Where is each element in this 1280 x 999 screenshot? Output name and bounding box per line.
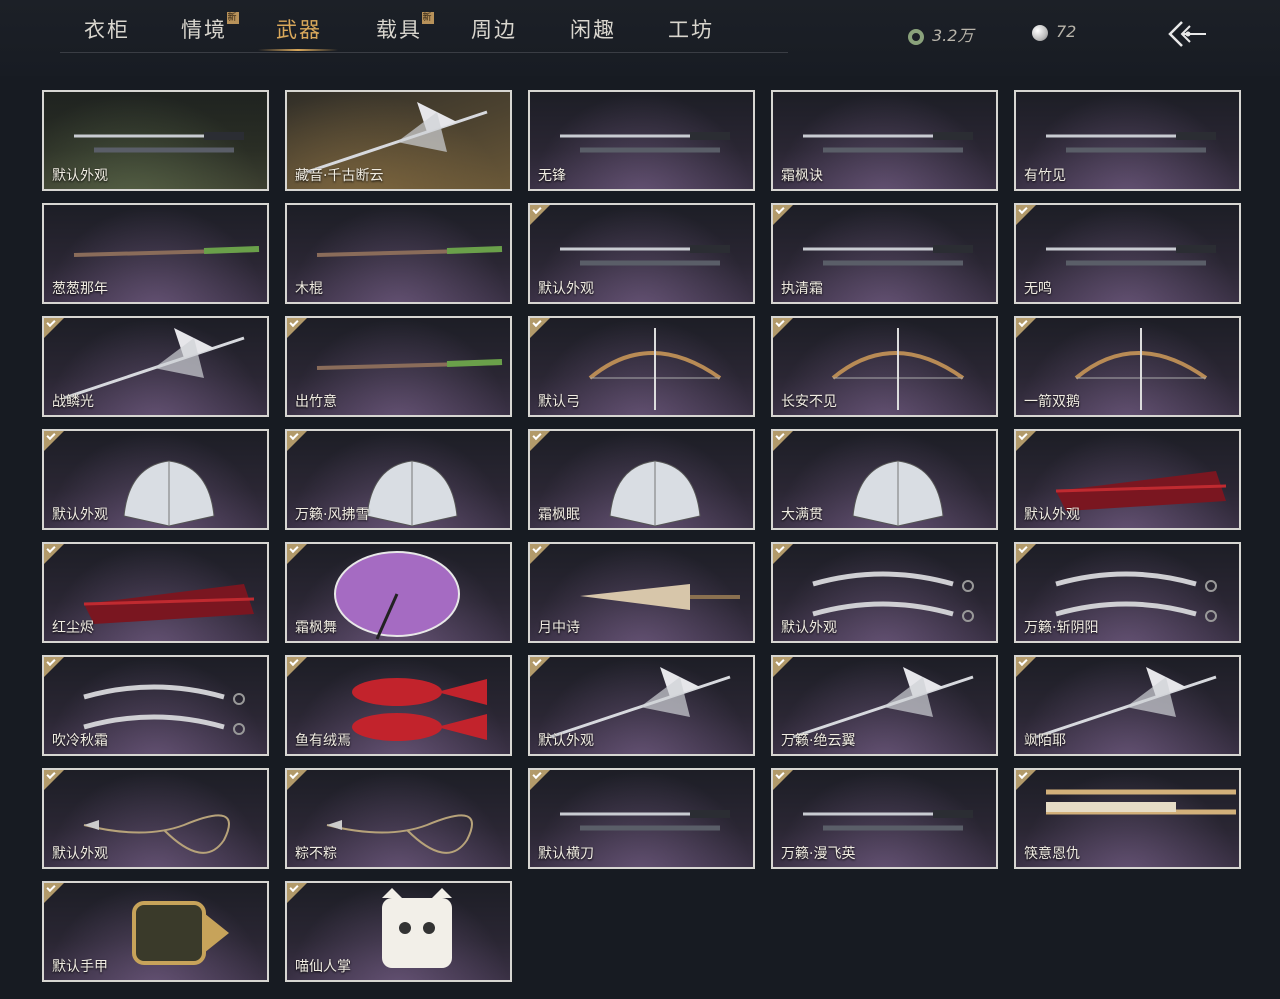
tab-vehicle[interactable]: 载具新 <box>376 12 434 44</box>
tab-peripheral[interactable]: 周边 <box>471 14 517 44</box>
weapon-name: 万籁·风拂雪 <box>295 507 370 523</box>
weapon-card[interactable]: 万籁·斩阴阳 <box>1014 542 1241 643</box>
back-arrow-icon <box>1168 21 1206 47</box>
weapon-name: 默认横刀 <box>538 846 594 862</box>
weapon-name: 出竹意 <box>295 394 337 410</box>
weapon-name: 默认外观 <box>538 733 594 749</box>
weapon-card[interactable]: 吹冷秋霜 <box>42 655 269 756</box>
tab-weapon[interactable]: 武器 <box>276 14 322 44</box>
weapon-name: 鱼有绒焉 <box>295 733 351 749</box>
weapon-name: 默认外观 <box>1024 507 1080 523</box>
weapon-name: 默认弓 <box>538 394 580 410</box>
weapon-name: 无锋 <box>538 168 566 184</box>
weapon-card[interactable]: 无锋 <box>528 90 755 191</box>
category-tabs: 衣柜 情境新 武器 载具新 周边 闲趣 工坊 <box>60 0 788 53</box>
weapon-card[interactable]: 默认外观 <box>42 768 269 869</box>
weapon-card[interactable]: 默认外观 <box>42 429 269 530</box>
weapon-card[interactable]: 长安不见 <box>771 316 998 417</box>
weapon-name: 默认手甲 <box>52 959 108 975</box>
weapon-card[interactable]: 筷意恩仇 <box>1014 768 1241 869</box>
weapon-card[interactable]: 默认外观 <box>1014 429 1241 530</box>
weapon-name: 无鸣 <box>1024 281 1052 297</box>
weapon-name: 默认外观 <box>52 168 108 184</box>
weapon-name: 大满贯 <box>781 507 823 523</box>
pearl-icon <box>1032 24 1048 41</box>
weapon-name: 飒陌耶 <box>1024 733 1066 749</box>
weapon-card[interactable]: 默认弓 <box>528 316 755 417</box>
weapon-card[interactable]: 无鸣 <box>1014 203 1241 304</box>
weapon-name: 默认外观 <box>52 846 108 862</box>
weapon-name: 藏音·千古断云 <box>295 168 384 184</box>
weapon-name: 筷意恩仇 <box>1024 846 1080 862</box>
weapon-name: 执清霜 <box>781 281 823 297</box>
weapon-card[interactable]: 飒陌耶 <box>1014 655 1241 756</box>
weapon-name: 长安不见 <box>781 394 837 410</box>
weapon-name: 霜枫眠 <box>538 507 580 523</box>
weapon-card[interactable]: 葱葱那年 <box>42 203 269 304</box>
weapon-card[interactable]: 大满贯 <box>771 429 998 530</box>
back-button[interactable] <box>1164 18 1208 50</box>
weapon-card[interactable]: 默认横刀 <box>528 768 755 869</box>
weapon-card[interactable]: 默认外观 <box>528 655 755 756</box>
weapon-card[interactable]: 一箭双鹅 <box>1014 316 1241 417</box>
weapon-name: 万籁·漫飞英 <box>781 846 856 862</box>
new-badge: 新 <box>227 12 239 24</box>
tab-wardrobe[interactable]: 衣柜 <box>84 14 130 44</box>
weapon-name: 默认外观 <box>538 281 594 297</box>
weapon-name: 月中诗 <box>538 620 580 636</box>
weapon-name: 默认外观 <box>52 507 108 523</box>
pearl-amount: 72 <box>1056 22 1077 41</box>
tab-leisure[interactable]: 闲趣 <box>570 14 616 44</box>
weapon-card[interactable]: 霜枫舞 <box>285 542 512 643</box>
weapon-name: 吹冷秋霜 <box>52 733 108 749</box>
weapon-name: 木棍 <box>295 281 323 297</box>
weapon-card[interactable]: 鱼有绒焉 <box>285 655 512 756</box>
weapon-name: 战鳞光 <box>52 394 94 410</box>
weapon-card[interactable]: 默认外观 <box>771 542 998 643</box>
weapon-card[interactable]: 粽不粽 <box>285 768 512 869</box>
weapon-card[interactable]: 有竹见 <box>1014 90 1241 191</box>
weapon-card[interactable]: 执清霜 <box>771 203 998 304</box>
weapon-card[interactable]: 万籁·漫飞英 <box>771 768 998 869</box>
weapon-name: 葱葱那年 <box>52 281 108 297</box>
jade-amount: 3.2万 <box>932 26 974 45</box>
weapon-name: 默认外观 <box>781 620 837 636</box>
tab-workshop[interactable]: 工坊 <box>668 14 714 44</box>
weapon-name: 万籁·斩阴阳 <box>1024 620 1099 636</box>
weapon-name: 万籁·绝云翼 <box>781 733 856 749</box>
weapon-card[interactable]: 万籁·绝云翼 <box>771 655 998 756</box>
weapon-card[interactable]: 霜枫眠 <box>528 429 755 530</box>
weapon-card[interactable]: 默认外观 <box>528 203 755 304</box>
jade-currency: 3.2万 <box>908 22 973 46</box>
weapon-card[interactable]: 月中诗 <box>528 542 755 643</box>
weapon-card[interactable]: 喵仙人掌 <box>285 881 512 982</box>
weapon-name: 喵仙人掌 <box>295 959 351 975</box>
tab-scene[interactable]: 情境新 <box>181 12 239 44</box>
pearl-currency: 72 <box>1032 22 1076 41</box>
weapon-card[interactable]: 出竹意 <box>285 316 512 417</box>
active-tab-indicator <box>258 49 338 51</box>
jade-coin-icon <box>908 28 924 45</box>
weapon-name: 有竹见 <box>1024 168 1066 184</box>
weapon-card[interactable]: 木棍 <box>285 203 512 304</box>
weapon-card[interactable]: 默认外观 <box>42 90 269 191</box>
weapon-card[interactable]: 红尘烬 <box>42 542 269 643</box>
weapon-card[interactable]: 默认手甲 <box>42 881 269 982</box>
weapon-card[interactable]: 战鳞光 <box>42 316 269 417</box>
weapon-name: 红尘烬 <box>52 620 94 636</box>
top-bar: 衣柜 情境新 武器 载具新 周边 闲趣 工坊 3.2万 72 <box>0 0 1280 76</box>
weapon-name: 一箭双鹅 <box>1024 394 1080 410</box>
weapon-card[interactable]: 霜枫诀 <box>771 90 998 191</box>
weapon-card[interactable]: 万籁·风拂雪 <box>285 429 512 530</box>
weapon-name: 霜枫舞 <box>295 620 337 636</box>
weapon-name: 霜枫诀 <box>781 168 823 184</box>
weapon-card[interactable]: 藏音·千古断云 <box>285 90 512 191</box>
weapon-name: 粽不粽 <box>295 846 337 862</box>
new-badge: 新 <box>422 12 434 24</box>
